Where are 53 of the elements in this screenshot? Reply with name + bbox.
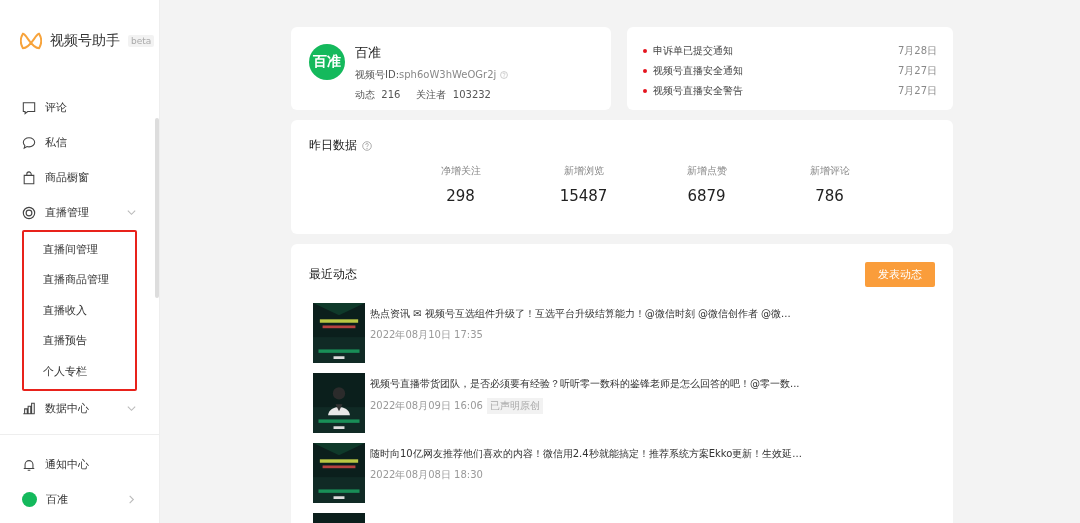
account-name: 百准	[355, 44, 382, 62]
post-text[interactable]: 视频号直播带货团队，是否必须要有经验？听听零一数科的鉴锋老师是怎么回答的吧！@零一数...	[370, 377, 800, 391]
section-title: 昨日数据	[309, 137, 357, 154]
submenu-item[interactable]: 直播间管理	[24, 234, 135, 265]
sidebar-item[interactable]: 商品橱窗	[0, 160, 159, 195]
stat-label: 净增关注	[439, 164, 482, 178]
sidebar-item[interactable]: 评论	[0, 90, 159, 125]
posts-count: 动态 216	[355, 88, 401, 102]
notice-title[interactable]: 申诉单已提交通知	[653, 44, 892, 58]
logo-icon	[20, 32, 42, 50]
sidebar-item[interactable]: 私信	[0, 125, 159, 160]
stat-value: 6879	[686, 187, 727, 205]
post-text[interactable]: 热点资讯 ✉ 视频号互选组件升级了！互选平台升级结算能力！@微信时刻 @微信创作者 @微...	[370, 307, 791, 321]
submenu-item[interactable]: 直播预告	[24, 325, 135, 356]
sidebar-item[interactable]: 通知中心	[0, 447, 159, 482]
submenu-item[interactable]: 个人专栏	[24, 356, 135, 387]
help-icon[interactable]	[362, 140, 372, 151]
live-circle-icon	[22, 205, 36, 220]
original-tag: 已声明原创	[486, 398, 543, 414]
beta-badge: beta	[128, 35, 155, 47]
notice-date: 7月28日	[897, 44, 937, 58]
notice-date: 7月27日	[897, 64, 937, 78]
account-avatar	[22, 492, 37, 507]
submenu-item[interactable]: 直播收入	[24, 295, 135, 326]
bar-chart-icon	[22, 401, 36, 415]
chevron-icon	[126, 494, 137, 505]
shopping-bag-icon	[22, 170, 36, 185]
comment-icon	[22, 100, 36, 115]
app-title: 视频号助手	[50, 32, 120, 50]
stat-label: 新增点赞	[685, 164, 728, 178]
post-date: 2022年08月09日 16:06	[370, 399, 483, 413]
post-date: 2022年08月08日 18:30	[370, 468, 483, 482]
stat-value: 15487	[558, 187, 609, 205]
channel-id: 视频号ID:sph6oW3hWeOGr2j	[355, 68, 497, 82]
stat-value: 298	[445, 187, 476, 205]
profile-avatar: 百准	[309, 44, 345, 80]
sidebar-item[interactable]: 数据中心	[0, 390, 159, 426]
bell-icon	[22, 457, 36, 472]
sidebar-item[interactable]: 百准	[0, 482, 159, 517]
stat-value: 786	[814, 187, 845, 205]
post-date: 2022年08月10日 17:35	[370, 328, 483, 342]
notice-title[interactable]: 视频号直播安全通知	[653, 64, 892, 78]
chat-bubble-icon	[22, 135, 36, 150]
help-icon[interactable]	[500, 71, 509, 79]
submenu-item[interactable]: 直播商品管理	[24, 264, 135, 295]
section-title: 最近动态	[309, 266, 357, 283]
sidebar-item[interactable]: 直播管理	[0, 195, 159, 230]
followers-count: 关注者 103232	[416, 88, 491, 102]
stat-label: 新增浏览	[562, 164, 605, 178]
notice-date: 7月27日	[897, 84, 937, 98]
notice-title[interactable]: 视频号直播安全警告	[653, 84, 892, 98]
post-text[interactable]: 随时向10亿网友推荐他们喜欢的内容！微信用2.4秒就能搞定！推荐系统方案Ekko更新！生效延...	[370, 447, 802, 461]
stat-label: 新增评论	[808, 164, 851, 178]
